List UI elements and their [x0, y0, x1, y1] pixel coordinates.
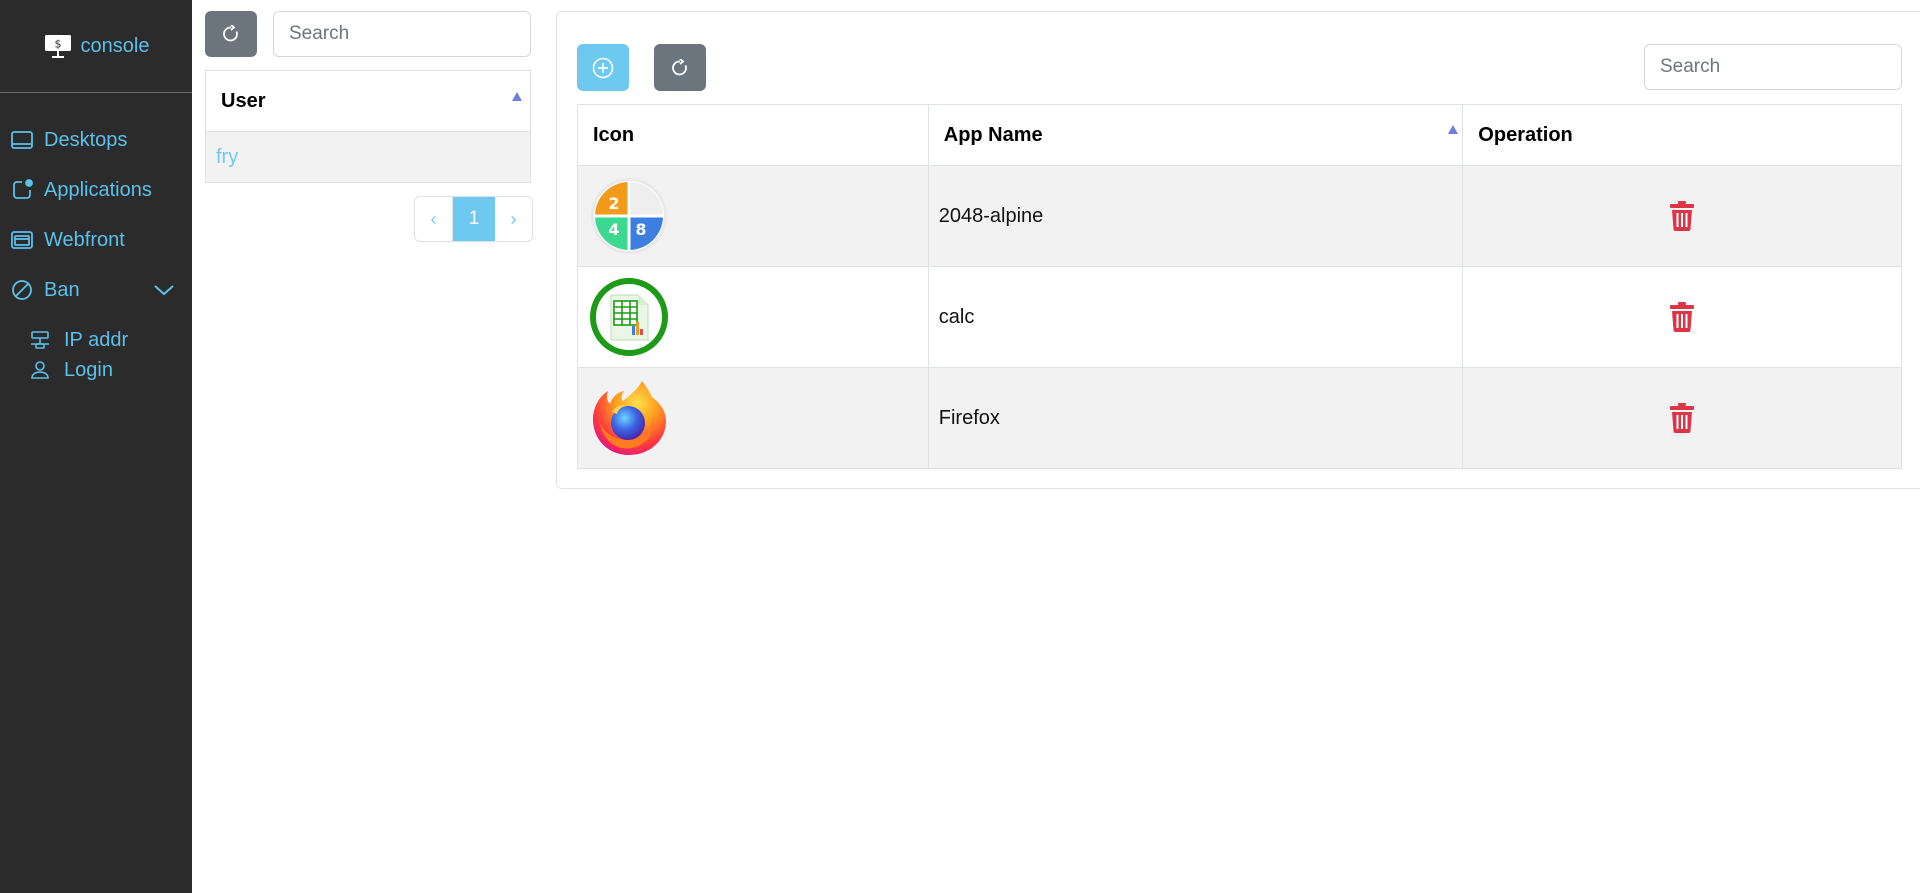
app-badge-icon	[13, 179, 33, 199]
delete-trash-icon[interactable]	[1670, 302, 1695, 332]
sidebar-subitem-login[interactable]: Login	[30, 355, 113, 385]
user-column-label: User	[221, 89, 266, 112]
browser-window-icon	[11, 231, 33, 249]
operation-cell	[1462, 165, 1902, 267]
table-row: 2 4 8 2048-alpine	[577, 165, 1902, 267]
refresh-icon	[223, 25, 238, 42]
tile-digit-8: 8	[635, 220, 646, 239]
app-name-cell: calc	[927, 266, 1464, 368]
sidebar: $ console Desktops Applications Webfront	[0, 0, 192, 893]
firefox-icon	[592, 381, 666, 455]
app-name-cell: 2048-alpine	[927, 165, 1464, 267]
app-icon-cell	[577, 367, 929, 469]
user-search-input[interactable]	[273, 11, 531, 57]
table-row[interactable]: fry	[206, 132, 530, 182]
sort-ascending-icon	[1447, 125, 1458, 134]
plus-circle-icon	[592, 57, 614, 78]
pagination: ‹ 1 ›	[414, 196, 533, 242]
sidebar-item-webfront[interactable]: Webfront	[10, 222, 125, 258]
operation-column-header: Operation	[1462, 104, 1902, 166]
app-name: 2048-alpine	[938, 204, 1044, 227]
user-name: fry	[216, 145, 239, 168]
calc-spreadsheet-icon	[590, 278, 668, 356]
delete-trash-icon[interactable]	[1670, 201, 1695, 231]
sidebar-item-desktops[interactable]: Desktops	[10, 122, 127, 158]
app-name-cell: Firefox	[927, 367, 1464, 469]
person-icon	[31, 361, 49, 379]
sidebar-item-ban[interactable]: Ban	[10, 272, 80, 308]
ban-circle-icon	[12, 280, 32, 300]
user-table: User fry	[205, 70, 531, 183]
column-label: Operation	[1478, 123, 1573, 146]
application-search-input[interactable]	[1644, 44, 1902, 90]
sidebar-subitem-label: Login	[64, 358, 113, 381]
operation-cell	[1462, 266, 1902, 368]
2048-game-icon: 2 4 8	[591, 178, 667, 254]
pagination-next-button[interactable]: ›	[495, 197, 532, 241]
refresh-icon	[672, 58, 687, 75]
table-header-row: Icon App Name Operation	[577, 104, 1902, 166]
applications-table: Icon App Name Operation 2 4 8 2048-alpin…	[577, 104, 1902, 469]
sidebar-item-applications[interactable]: Applications	[10, 172, 152, 208]
svg-text:$: $	[54, 38, 61, 51]
sort-ascending-icon	[512, 92, 522, 101]
sidebar-item-label: Applications	[44, 178, 152, 201]
pagination-prev-button[interactable]: ‹	[415, 197, 453, 241]
pagination-page-1[interactable]: 1	[453, 197, 495, 241]
delete-trash-icon[interactable]	[1670, 403, 1695, 433]
add-application-button[interactable]	[577, 44, 629, 91]
chevron-down-icon[interactable]	[152, 278, 176, 302]
icon-column-header[interactable]: Icon	[577, 104, 929, 166]
ethernet-icon	[31, 331, 49, 349]
desktop-icon	[11, 131, 33, 149]
app-name: calc	[938, 305, 975, 328]
sidebar-subitem-ip-addr[interactable]: IP addr	[30, 325, 128, 355]
app-name-column-header[interactable]: App Name	[927, 104, 1464, 166]
column-label: App Name	[943, 123, 1043, 146]
brand[interactable]: $ console	[0, 0, 192, 93]
table-row: calc	[577, 266, 1902, 368]
operation-cell	[1462, 367, 1902, 469]
monitor-dollar-icon: $	[44, 35, 71, 58]
tile-digit-4: 4	[608, 220, 619, 239]
column-label: Icon	[593, 123, 635, 146]
app-name: Firefox	[938, 406, 1000, 429]
sidebar-subitem-label: IP addr	[64, 328, 129, 351]
app-icon-cell: 2 4 8	[577, 165, 929, 267]
user-column-header[interactable]: User	[206, 71, 530, 132]
refresh-applications-button[interactable]	[654, 44, 706, 91]
table-row: Firefox	[577, 367, 1902, 469]
tile-digit-2: 2	[608, 194, 619, 213]
sidebar-item-label: Webfront	[44, 228, 125, 251]
sidebar-item-label: Ban	[44, 278, 80, 301]
brand-label: console	[80, 34, 150, 57]
app-icon-cell	[577, 266, 929, 368]
refresh-users-button[interactable]	[205, 11, 257, 57]
sidebar-item-label: Desktops	[44, 128, 128, 151]
